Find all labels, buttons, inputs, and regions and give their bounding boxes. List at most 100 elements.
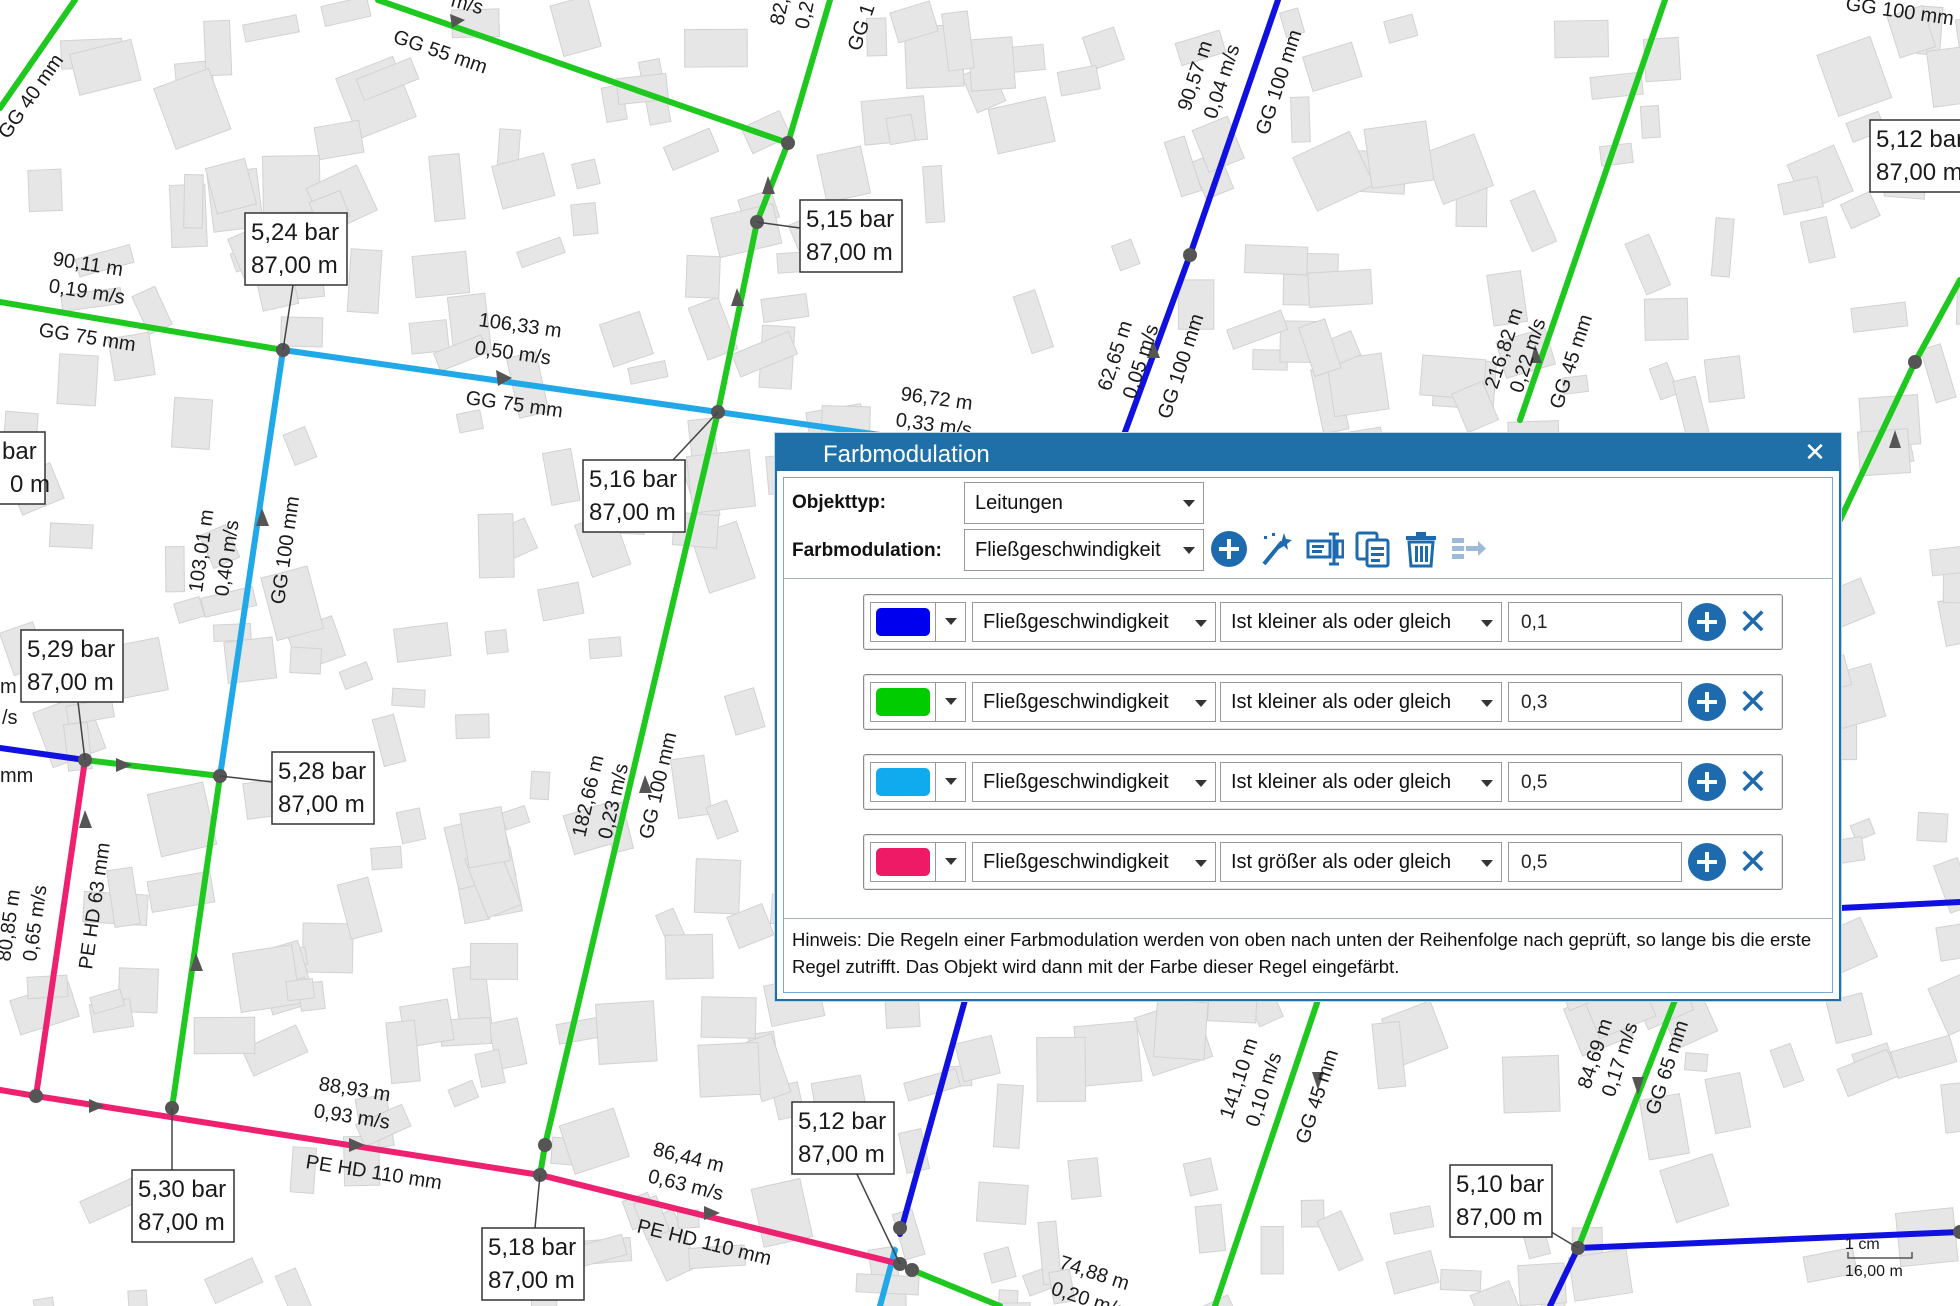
rule-row[interactable]: Fließgeschwindigkeit Ist kleiner als ode…	[863, 674, 1783, 730]
svg-text:5,18 bar: 5,18 bar	[488, 1234, 576, 1261]
farbmodulation-value: Fließgeschwindigkeit	[975, 539, 1161, 561]
rule-row[interactable]: Fließgeschwindigkeit Ist größer als oder…	[863, 834, 1783, 890]
svg-text:5,29 bar: 5,29 bar	[27, 636, 115, 663]
divider	[784, 918, 1832, 919]
building	[992, 1083, 1024, 1149]
building	[1683, 1052, 1709, 1072]
dialog-content: Objekttyp: Leitungen Farbmodulation: Fli…	[783, 477, 1833, 993]
rule-row[interactable]: Fließgeschwindigkeit Ist kleiner als ode…	[863, 594, 1783, 650]
operator-select[interactable]: Ist größer als oder gleich	[1220, 842, 1502, 882]
building	[1777, 175, 1825, 216]
building	[146, 781, 218, 858]
color-picker[interactable]	[870, 602, 966, 642]
building	[549, 0, 602, 58]
building	[1081, 26, 1125, 71]
building	[967, 36, 1017, 92]
edit-icon[interactable]	[1306, 530, 1345, 568]
svg-text:87,00 m: 87,00 m	[1876, 159, 1960, 186]
objekttyp-value: Leitungen	[975, 492, 1063, 514]
svg-text:bar: bar	[2, 438, 37, 465]
building	[1385, 1249, 1440, 1295]
attribute-select[interactable]: Fließgeschwindigkeit	[972, 682, 1216, 722]
svg-text:87,00 m: 87,00 m	[798, 1141, 885, 1168]
remove-rule-icon[interactable]: ✕	[1734, 843, 1772, 881]
value-input[interactable]: 0,1	[1508, 602, 1682, 642]
building	[26, 974, 69, 1000]
color-swatch	[876, 688, 930, 716]
building	[48, 522, 94, 549]
building	[1703, 355, 1746, 403]
dialog-title: Farbmodulation	[823, 441, 990, 468]
building	[570, 202, 599, 237]
building	[685, 254, 721, 299]
building	[183, 173, 204, 229]
delete-icon[interactable]	[1402, 530, 1440, 568]
attribute-select[interactable]: Fließgeschwindigkeit	[972, 602, 1216, 642]
node-label: 5,28 bar 87,00 m	[271, 751, 375, 825]
building	[669, 754, 713, 819]
attribute-select[interactable]: Fließgeschwindigkeit	[972, 762, 1216, 802]
attribute-select[interactable]: Fließgeschwindigkeit	[972, 842, 1216, 882]
add-rule-icon[interactable]	[1688, 763, 1726, 801]
farbmodulation-select[interactable]: Fließgeschwindigkeit	[964, 529, 1204, 571]
add-rule-icon[interactable]	[1688, 683, 1726, 721]
building	[484, 629, 509, 655]
building	[1301, 41, 1363, 93]
pipe-green[interactable]	[909, 1267, 1003, 1306]
farbmodulation-dialog[interactable]: Farbmodulation ✕ Objekttyp: Leitungen Fa…	[775, 433, 1841, 1001]
building	[459, 806, 512, 869]
svg-text:87,00 m: 87,00 m	[251, 252, 338, 279]
chevron-down-icon	[1481, 780, 1493, 787]
building	[1935, 919, 1960, 962]
remove-rule-icon[interactable]: ✕	[1734, 763, 1772, 801]
dialog-titlebar[interactable]: Farbmodulation ✕	[777, 435, 1839, 471]
svg-text:0 m: 0 m	[10, 471, 50, 498]
node-label: 5,29 bar 87,00 m	[20, 629, 124, 703]
add-rule-icon[interactable]	[1688, 603, 1726, 641]
building	[1036, 1036, 1087, 1103]
svg-text:mm: mm	[0, 765, 33, 787]
add-rule-icon[interactable]	[1688, 843, 1726, 881]
operator-select[interactable]: Ist kleiner als oder gleich	[1220, 762, 1502, 802]
pipe-blue[interactable]	[1837, 899, 1960, 911]
value-input[interactable]: 0,3	[1508, 682, 1682, 722]
svg-text:5,16 bar: 5,16 bar	[589, 466, 677, 493]
svg-text:5,15 bar: 5,15 bar	[806, 206, 894, 233]
svg-text:87,00 m: 87,00 m	[27, 669, 114, 696]
operator-select[interactable]: Ist kleiner als oder gleich	[1220, 602, 1502, 642]
apply-icon[interactable]	[1450, 530, 1488, 568]
rule-row[interactable]: Fließgeschwindigkeit Ist kleiner als ode…	[863, 754, 1783, 810]
building	[588, 636, 623, 660]
building	[627, 359, 669, 385]
color-picker[interactable]	[870, 682, 966, 722]
building	[231, 944, 302, 1014]
building	[1816, 35, 1893, 117]
magic-wand-icon[interactable]	[1258, 530, 1296, 568]
color-picker[interactable]	[870, 762, 966, 802]
building	[447, 1079, 480, 1108]
building	[1243, 244, 1309, 276]
operator-select[interactable]: Ist kleiner als oder gleich	[1220, 682, 1502, 722]
remove-rule-icon[interactable]: ✕	[1734, 603, 1772, 641]
copy-icon[interactable]	[1354, 530, 1392, 568]
remove-rule-icon[interactable]: ✕	[1734, 683, 1772, 721]
building	[203, 19, 233, 77]
building	[529, 770, 551, 801]
building	[1940, 1080, 1960, 1134]
add-icon[interactable]	[1210, 530, 1248, 568]
svg-text:87,00 m: 87,00 m	[488, 1267, 575, 1294]
building	[1919, 343, 1957, 404]
color-picker[interactable]	[870, 842, 966, 882]
value-input[interactable]: 0,5	[1508, 842, 1682, 882]
building	[536, 581, 585, 622]
close-icon[interactable]: ✕	[1801, 438, 1829, 466]
operator-value: Ist größer als oder gleich	[1231, 851, 1452, 873]
node-label: 5,12 bar 87,00 m	[791, 1101, 895, 1175]
pipe-blue[interactable]	[897, 997, 968, 1237]
building	[1769, 1042, 1805, 1089]
building	[684, 28, 748, 68]
building	[983, 1246, 1017, 1284]
objekttyp-select[interactable]: Leitungen	[964, 482, 1204, 524]
svg-text:5,12 bar: 5,12 bar	[798, 1108, 886, 1135]
value-input[interactable]: 0,5	[1508, 762, 1682, 802]
